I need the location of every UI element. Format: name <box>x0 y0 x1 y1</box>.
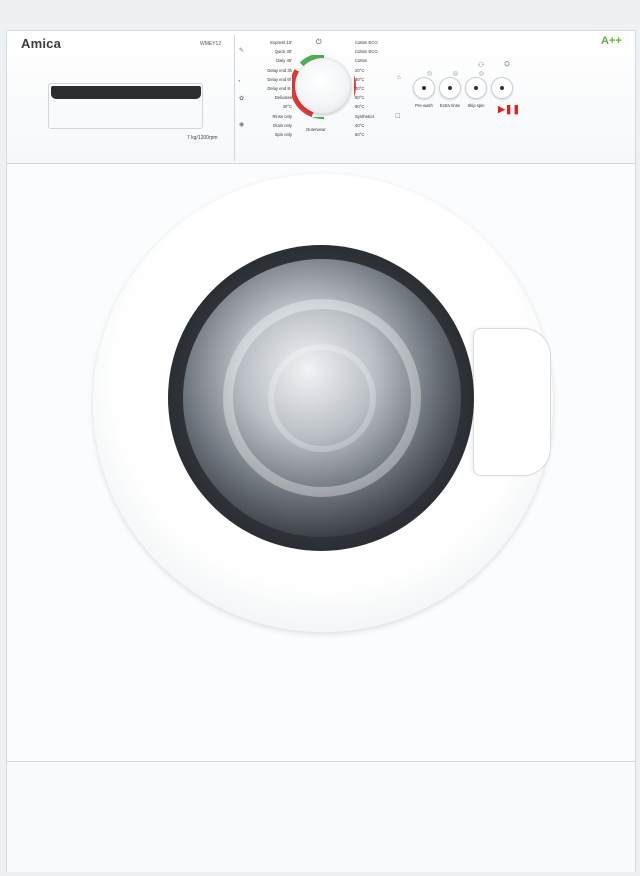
led-indicator <box>479 71 484 76</box>
led-indicator <box>427 71 432 76</box>
child-lock-icon: ⚇ <box>477 62 485 69</box>
program-label: Delicates <box>274 95 292 101</box>
program-label: 60°C <box>355 132 365 138</box>
prewash-button[interactable] <box>413 77 435 99</box>
panel-divider <box>234 35 235 161</box>
energy-class-badge: A++ <box>601 35 622 47</box>
program-list-right: Cotton ECO Cotton ECO Cotton 20°C 30°C 4… <box>355 38 395 139</box>
program-label: Spin only <box>274 132 292 138</box>
dial-bottom-label: Outerwear <box>306 127 326 132</box>
play-pause-icon: ▶❚❚ <box>498 104 521 114</box>
program-label: Daily 45' <box>276 58 292 64</box>
skip-spin-label: Skip spin <box>467 103 485 108</box>
program-label: 40°C <box>355 86 365 92</box>
extra-rinse-button[interactable] <box>439 77 461 99</box>
delicates-icon: ✿ <box>239 96 245 102</box>
synthetics-icon: ⌂ <box>397 75 401 81</box>
program-list-left: Express 15' Quick 30' Daily 45' Delay en… <box>244 38 292 139</box>
outerwear-icon: ☐ <box>395 114 401 120</box>
brand-logo: Amica <box>21 36 62 51</box>
door-handle[interactable] <box>473 328 551 476</box>
door-lock-icon: ⛭ <box>504 61 510 68</box>
spin-icon: ◉ <box>239 122 245 128</box>
program-label: Synthetics <box>355 113 375 119</box>
door-glass[interactable] <box>183 259 461 537</box>
led-indicator <box>453 71 458 76</box>
dial-knob[interactable] <box>295 58 351 114</box>
program-label: Quick 30' <box>274 49 292 55</box>
drum-center <box>268 344 376 452</box>
start-pause-button[interactable] <box>491 77 513 99</box>
express-icon: ✎ <box>239 48 245 54</box>
program-label: Cotton ECO <box>355 49 378 55</box>
washing-machine: Amica WMEY12 7 kg/1200rpm Express 15' Qu… <box>6 30 636 872</box>
program-label: Express 15' <box>270 40 292 45</box>
program-label: Cotton <box>355 58 368 64</box>
program-label: Delay end 9h <box>267 86 292 92</box>
program-label: Cotton ECO <box>355 40 378 45</box>
program-label: 90°C <box>355 104 365 110</box>
program-label: Delay end 6h <box>267 76 292 82</box>
control-panel: Amica WMEY12 7 kg/1200rpm Express 15' Qu… <box>7 31 635 164</box>
skip-spin-button[interactable] <box>465 77 487 99</box>
program-label: 30°C <box>282 104 292 110</box>
program-label: Drain only <box>273 122 292 128</box>
program-label: Delay end 3h <box>267 67 292 73</box>
program-label: 30°C <box>355 76 365 82</box>
detergent-drawer[interactable] <box>48 83 203 129</box>
program-dial[interactable] <box>290 53 356 119</box>
drawer-handle[interactable] <box>51 86 201 99</box>
model-number: WMEY12 <box>200 41 222 47</box>
program-label: 20°C <box>355 67 365 73</box>
delay-icon: ◔ <box>237 79 241 85</box>
capacity-label: 7 kg/1200rpm <box>187 135 218 141</box>
program-label: 40°C <box>355 122 365 128</box>
program-label: Rinse only <box>272 113 292 119</box>
power-icon: ⏻ <box>316 39 322 46</box>
program-label: 60°C <box>355 95 365 101</box>
kickplate <box>7 761 635 872</box>
